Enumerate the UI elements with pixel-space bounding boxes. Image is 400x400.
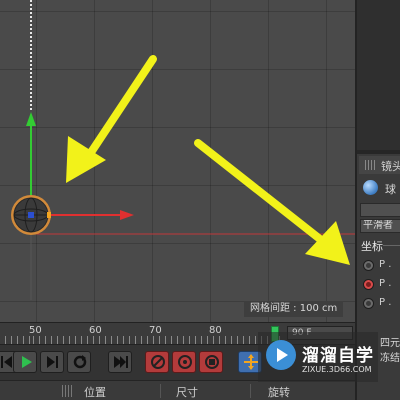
next-frame-icon bbox=[47, 356, 58, 368]
play-forward-button[interactable] bbox=[13, 351, 37, 373]
tab-position[interactable]: 位置 bbox=[84, 384, 106, 400]
coordinates-section-title: 坐标 bbox=[361, 240, 383, 253]
attribute-field-1[interactable] bbox=[360, 203, 400, 217]
coord-radio-row[interactable]: P . bbox=[363, 277, 400, 293]
attribute-field-2[interactable]: 平滑者 bbox=[360, 219, 400, 233]
coordinate-manager-tabs: 位置 尺寸 旋转 bbox=[0, 380, 355, 400]
radio-label: P . bbox=[379, 297, 392, 308]
record-rotation-icon bbox=[178, 355, 192, 369]
record-position-button[interactable] bbox=[145, 351, 169, 373]
object-name: 球 bbox=[385, 183, 396, 196]
radio-button-selected[interactable] bbox=[363, 279, 374, 290]
record-icon bbox=[151, 355, 165, 369]
grip-icon[interactable] bbox=[365, 160, 375, 170]
timeline-tick-label: 50 bbox=[29, 325, 42, 336]
loop-button[interactable] bbox=[67, 351, 91, 373]
radio-label: P . bbox=[379, 259, 392, 270]
go-to-end-icon bbox=[114, 356, 128, 368]
x-axis-arrow-head bbox=[120, 210, 134, 220]
tab-size[interactable]: 尺寸 bbox=[176, 384, 198, 400]
tab-divider bbox=[250, 384, 251, 398]
next-frame-button[interactable] bbox=[40, 351, 64, 373]
annotation-arrow-icon bbox=[66, 55, 157, 183]
record-rotation-button[interactable] bbox=[172, 351, 196, 373]
object-header: 球 bbox=[359, 178, 400, 198]
timeline-tick-label: 70 bbox=[149, 325, 162, 336]
sphere-object bbox=[11, 195, 51, 235]
grip-icon[interactable] bbox=[62, 385, 72, 397]
section-divider bbox=[383, 245, 400, 246]
coord-radio-row[interactable]: P . bbox=[363, 296, 400, 312]
radio-button[interactable] bbox=[363, 298, 374, 309]
grid-spacing-label: 网格间距 : 100 cm bbox=[244, 301, 344, 317]
watermark-title: 溜溜自学 bbox=[302, 346, 374, 366]
watermark-logo-icon bbox=[266, 340, 296, 370]
timeline-tick-label: 60 bbox=[89, 325, 102, 336]
y-axis-arrow-head bbox=[26, 112, 36, 126]
record-scale-button[interactable] bbox=[199, 351, 223, 373]
go-to-end-button[interactable] bbox=[108, 351, 132, 373]
watermark: 溜溜自学 ZIXUE.3D66.COM bbox=[258, 332, 378, 382]
radio-button[interactable] bbox=[363, 260, 374, 271]
radio-label: P . bbox=[379, 278, 392, 289]
play-icon bbox=[22, 356, 32, 368]
timeline-ticks bbox=[0, 336, 280, 344]
rotation-order-label: 四元 bbox=[380, 338, 400, 349]
attribute-tab-bar[interactable]: 镜头 bbox=[359, 156, 400, 174]
viewport-scene bbox=[11, 0, 355, 300]
record-scale-icon bbox=[205, 355, 219, 369]
timeline-tick-label: 80 bbox=[209, 325, 222, 336]
tab-rotation[interactable]: 旋转 bbox=[268, 384, 290, 400]
object-manager-area bbox=[357, 0, 400, 150]
coord-radio-row[interactable]: P . bbox=[363, 258, 400, 274]
loop-icon bbox=[73, 355, 87, 369]
panel-divider bbox=[357, 150, 400, 154]
annotation-arrow-icon bbox=[194, 139, 350, 265]
freeze-label: 冻结 bbox=[380, 353, 400, 364]
attribute-tab-label: 镜头 bbox=[381, 160, 400, 173]
sphere-icon bbox=[363, 180, 378, 195]
watermark-url: ZIXUE.3D66.COM bbox=[302, 365, 372, 374]
tab-divider bbox=[160, 384, 161, 398]
3d-viewport[interactable]: 网格间距 : 100 cm bbox=[0, 0, 355, 322]
